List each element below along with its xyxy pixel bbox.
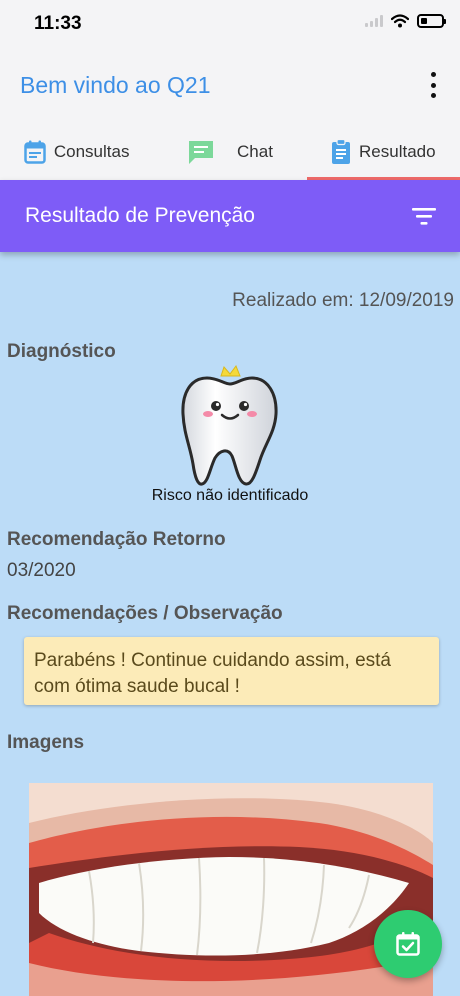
schedule-fab-button[interactable]: [374, 910, 442, 978]
images-label: Imagens: [7, 732, 85, 753]
tab-consultas-label: Consultas: [53, 142, 130, 161]
tab-resultado-label: Resultado: [359, 142, 436, 161]
tab-resultado[interactable]: Resultado: [306, 124, 460, 180]
wifi-icon: [391, 14, 409, 28]
status-icons: [365, 14, 446, 28]
tab-chat-label: Chat: [237, 142, 273, 161]
performed-date: Realizado em: 12/09/2019: [232, 290, 454, 311]
clipboard-icon: [332, 139, 351, 164]
tooth-mascot-icon: [181, 364, 278, 486]
tab-chat[interactable]: Chat: [153, 124, 306, 180]
result-toolbar: Resultado de Prevenção: [0, 180, 460, 252]
app-bar: Bem vindo ao Q21: [0, 48, 460, 124]
risk-text: Risco não identificado: [151, 487, 309, 504]
status-bar: 11:33: [0, 0, 460, 48]
observations-label: Recomendações / Observação: [7, 603, 283, 624]
calendar-icon: [24, 140, 46, 164]
status-time: 11:33: [34, 13, 82, 34]
observation-note: Parabéns ! Continue cuidando assim, está…: [24, 637, 439, 705]
calendar-check-icon: [396, 932, 420, 956]
battery-icon: [417, 14, 446, 28]
smile-photo: [29, 783, 433, 996]
return-label: Recomendação Retorno: [7, 529, 226, 550]
tab-consultas[interactable]: Consultas: [0, 124, 153, 180]
filter-icon[interactable]: [412, 207, 436, 225]
return-value: 03/2020: [7, 560, 76, 581]
result-image[interactable]: [29, 783, 433, 996]
cellular-signal-icon: [365, 15, 383, 27]
diagnosis-label: Diagnóstico: [7, 341, 116, 362]
toolbar-title: Resultado de Prevenção: [25, 204, 255, 227]
more-vertical-icon[interactable]: [428, 72, 438, 98]
tab-bar: Consultas Chat Resultado: [0, 124, 460, 180]
chat-icon: [189, 141, 214, 164]
app-title: Bem vindo ao Q21: [20, 72, 211, 98]
